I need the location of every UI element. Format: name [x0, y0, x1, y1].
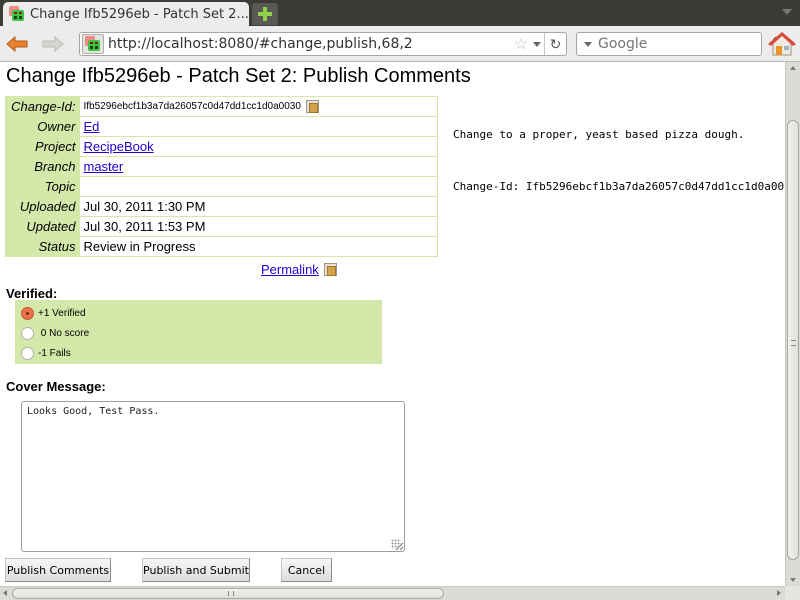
textarea-resize-grip-icon[interactable] [391, 539, 401, 549]
branch-link[interactable]: master [84, 159, 124, 174]
back-button[interactable] [5, 33, 29, 55]
change-id-label: Change-Id: [5, 96, 80, 117]
browser-navigation-bar: http://localhost:8080/#change,publish,68… [0, 26, 800, 62]
tab-list-dropdown-icon[interactable] [782, 9, 792, 15]
commit-message-subject: Change to a proper, yeast based pizza do… [453, 128, 745, 141]
publish-comments-button[interactable]: Publish Comments [5, 558, 111, 582]
branch-label: Branch [5, 156, 80, 177]
scroll-left-arrow-icon[interactable] [3, 590, 7, 596]
bookmark-star-icon[interactable]: ☆ [512, 34, 530, 54]
scroll-up-arrow-icon[interactable] [790, 66, 796, 70]
project-label: Project [5, 136, 80, 157]
permalink-row: Permalink [261, 262, 337, 277]
table-row: Project RecipeBook [5, 136, 438, 157]
radio-label: +1 Verified [38, 307, 86, 319]
search-input[interactable] [598, 36, 772, 52]
verified-option-plus1[interactable]: +1 Verified [15, 303, 382, 323]
updated-value: Jul 30, 2011 1:53 PM [79, 216, 438, 237]
address-bar[interactable]: http://localhost:8080/#change,publish,68… [79, 32, 567, 56]
verified-label: Verified: [6, 286, 58, 301]
vertical-scrollbar[interactable] [785, 62, 800, 586]
reload-icon[interactable]: ↻ [544, 33, 566, 55]
plus-icon [258, 7, 272, 21]
search-bar[interactable] [576, 32, 788, 56]
change-id-value: Ifb5296ebcf1b3a7da26057c0d47dd1cc1d0a003… [79, 96, 438, 117]
topic-value [79, 176, 438, 197]
radio-button[interactable] [21, 326, 34, 340]
radio-label: -1 Fails [38, 347, 71, 359]
url-history-dropdown-icon[interactable] [530, 41, 544, 47]
browser-tab-active[interactable]: Change Ifb5296eb - Patch Set 2... [3, 2, 249, 26]
forward-arrow-icon [42, 36, 64, 52]
scroll-right-arrow-icon[interactable] [777, 590, 781, 596]
scroll-down-arrow-icon[interactable] [790, 578, 796, 582]
status-label: Status [5, 236, 80, 257]
page-title: Change Ifb5296eb - Patch Set 2: Publish … [6, 65, 471, 87]
page-content: Change Ifb5296eb - Patch Set 2: Publish … [0, 62, 785, 586]
cover-message-label: Cover Message: [6, 379, 106, 394]
new-tab-button[interactable] [252, 3, 278, 25]
gerrit-favicon-icon [85, 36, 100, 51]
scrollbar-corner [785, 586, 800, 600]
forward-button[interactable] [41, 33, 65, 55]
verified-option-zero[interactable]: 0 No score [15, 323, 382, 343]
change-info-table: Change-Id: Ifb5296ebcf1b3a7da26057c0d47d… [5, 96, 438, 257]
cancel-button[interactable]: Cancel [281, 558, 332, 582]
table-row: Change-Id: Ifb5296ebcf1b3a7da26057c0d47d… [5, 96, 438, 117]
table-row: Updated Jul 30, 2011 1:53 PM [5, 216, 438, 237]
copy-to-clipboard-icon[interactable] [305, 100, 319, 113]
table-row: Uploaded Jul 30, 2011 1:30 PM [5, 196, 438, 217]
tab-title: Change Ifb5296eb - Patch Set 2... [30, 6, 249, 22]
verified-radio-group: +1 Verified 0 No score -1 Fails [15, 300, 382, 364]
uploaded-value: Jul 30, 2011 1:30 PM [79, 196, 438, 217]
site-identity-button[interactable] [82, 34, 104, 54]
project-link[interactable]: RecipeBook [84, 139, 154, 154]
horizontal-scrollbar[interactable] [0, 586, 785, 600]
cover-message-textarea[interactable]: Looks Good, Test Pass. [21, 401, 405, 552]
table-row: Topic [5, 176, 438, 197]
commit-message-change-id: Change-Id: Ifb5296ebcf1b3a7da26057c0d47d… [453, 180, 785, 193]
uploaded-label: Uploaded [5, 196, 80, 217]
vertical-scrollbar-thumb[interactable] [787, 120, 799, 560]
owner-link[interactable]: Ed [84, 119, 100, 134]
status-value: Review in Progress [79, 236, 438, 257]
url-text[interactable]: http://localhost:8080/#change,publish,68… [108, 36, 512, 52]
table-row: Status Review in Progress [5, 236, 438, 257]
topic-label: Topic [5, 176, 80, 197]
change-id-text: Ifb5296ebcf1b3a7da26057c0d47dd1cc1d0a003… [83, 101, 301, 113]
updated-label: Updated [5, 216, 80, 237]
radio-button[interactable] [21, 346, 34, 360]
back-arrow-icon [6, 36, 28, 52]
commit-message: Change to a proper, yeast based pizza do… [453, 100, 785, 232]
home-icon[interactable] [768, 31, 796, 57]
owner-label: Owner [5, 116, 80, 137]
copy-to-clipboard-icon[interactable] [323, 263, 337, 276]
search-engine-dropdown-icon[interactable] [584, 41, 592, 47]
publish-and-submit-button[interactable]: Publish and Submit [142, 558, 250, 582]
browser-tab-bar: Change Ifb5296eb - Patch Set 2... [0, 0, 800, 26]
horizontal-scrollbar-thumb[interactable] [12, 588, 444, 599]
table-row: Branch master [5, 156, 438, 177]
radio-label: 0 No score [38, 327, 90, 339]
gerrit-favicon-icon [9, 6, 24, 21]
permalink-link[interactable]: Permalink [261, 262, 319, 277]
verified-option-minus1[interactable]: -1 Fails [15, 343, 382, 363]
table-row: Owner Ed [5, 116, 438, 137]
radio-button[interactable] [21, 306, 34, 320]
